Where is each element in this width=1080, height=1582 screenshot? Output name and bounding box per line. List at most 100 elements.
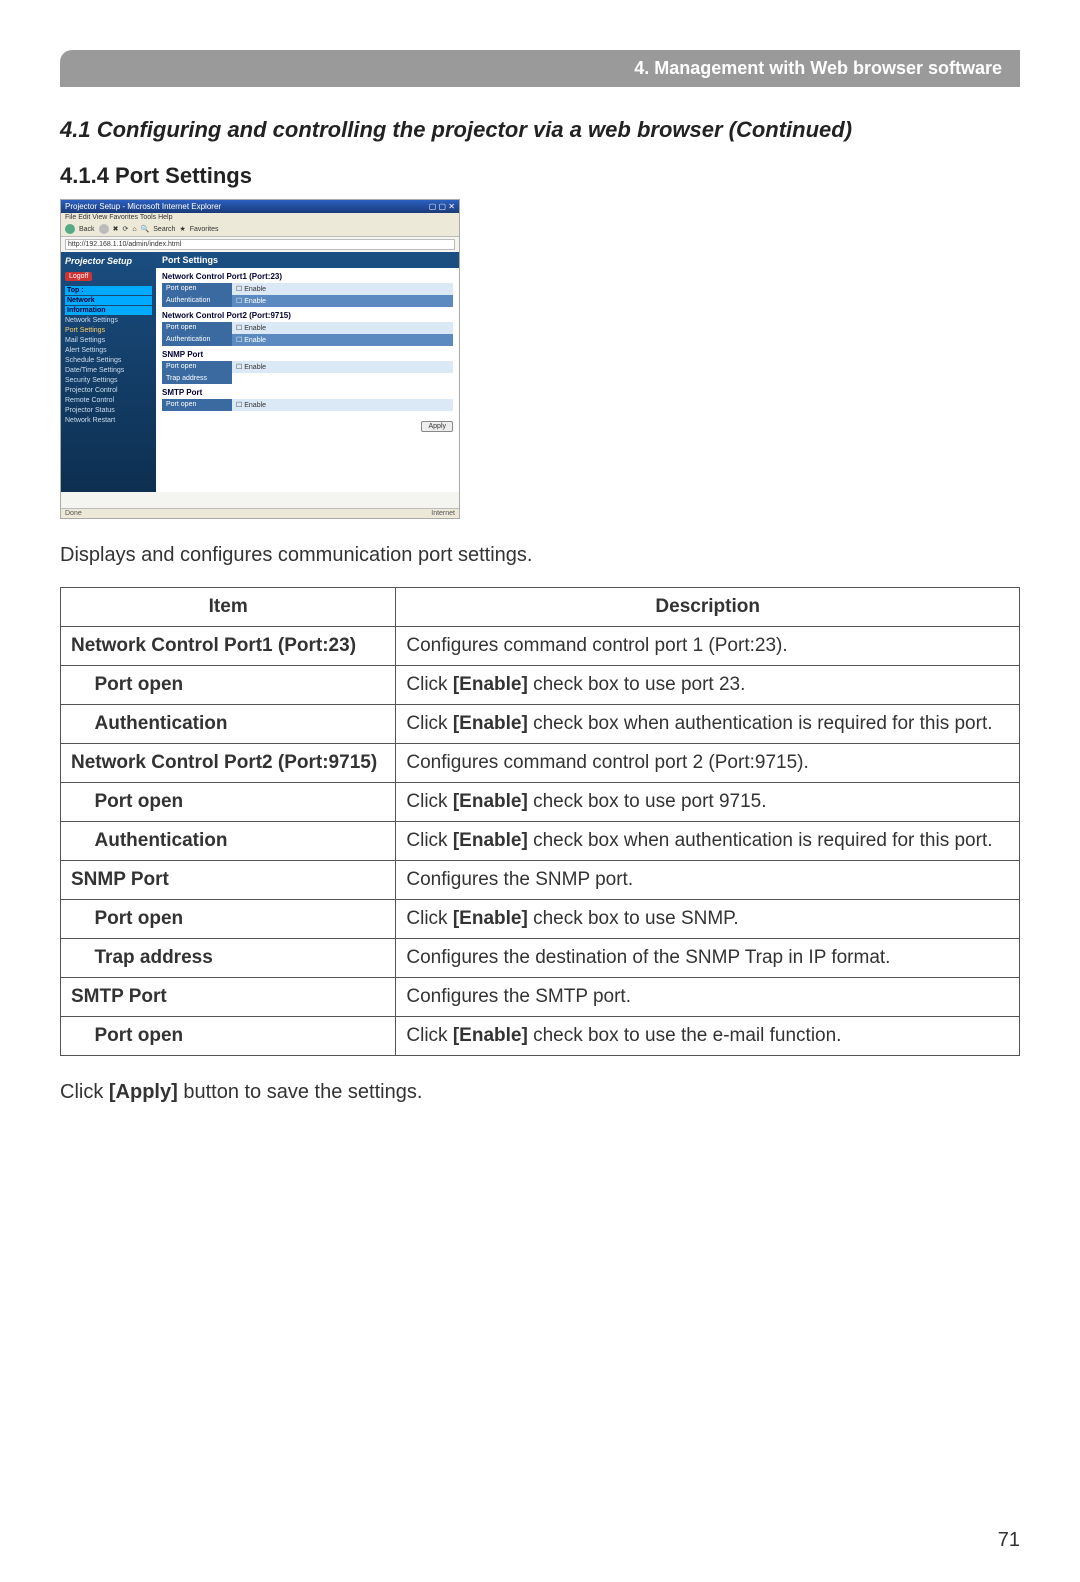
- table-row: Network Control Port2 (Port:9715) Config…: [61, 744, 1020, 783]
- snmp-trap-label: Trap address: [162, 373, 232, 384]
- sidebar-item-port-settings[interactable]: Port Settings: [65, 326, 152, 335]
- favorites-label[interactable]: Favorites: [190, 226, 219, 233]
- sidebar: Projector Setup Logoff Top : Network Inf…: [61, 252, 156, 492]
- embedded-screenshot: Projector Setup - Microsoft Internet Exp…: [60, 199, 460, 519]
- nc2-desc: Configures command control port 2 (Port:…: [396, 744, 1020, 783]
- nc2-au-desc: Click [Enable] check box when authentica…: [396, 822, 1020, 861]
- nc1-po-desc: Click [Enable] check box to use port 23.: [396, 666, 1020, 705]
- refresh-icon[interactable]: ⟳: [122, 225, 128, 233]
- sidebar-item-schedule-settings[interactable]: Schedule Settings: [65, 356, 152, 365]
- smtp-heading: SMTP Port: [162, 388, 453, 397]
- sidebar-item-network-settings[interactable]: Network Settings: [65, 316, 152, 325]
- subsection-title: 4.1.4 Port Settings: [60, 163, 1020, 189]
- forward-icon[interactable]: [99, 224, 109, 234]
- snmp-heading: SNMP Port: [162, 350, 453, 359]
- head-item: Item: [61, 588, 396, 627]
- nc2-po-desc: Click [Enable] check box to use port 971…: [396, 783, 1020, 822]
- table-row: Authentication Click [Enable] check box …: [61, 822, 1020, 861]
- stop-icon[interactable]: ✖: [113, 225, 119, 233]
- page-number: 71: [998, 1529, 1020, 1552]
- window-title: Projector Setup - Microsoft Internet Exp…: [65, 202, 221, 211]
- sidebar-item-network-restart[interactable]: Network Restart: [65, 416, 152, 425]
- nc1-au-item: Authentication: [85, 705, 396, 744]
- sidebar-item-projector-status[interactable]: Projector Status: [65, 406, 152, 415]
- head-desc: Description: [396, 588, 1020, 627]
- snmp-portopen-label: Port open: [162, 361, 232, 373]
- nc2-au-item: Authentication: [85, 822, 396, 861]
- nc1-auth-label: Authentication: [162, 295, 232, 307]
- table-row: Port open Click [Enable] check box to us…: [61, 783, 1020, 822]
- nc1-portopen-value[interactable]: ☐ Enable: [232, 283, 453, 295]
- table-row: Port open Click [Enable] check box to us…: [61, 1017, 1020, 1056]
- sidebar-item-remote-control[interactable]: Remote Control: [65, 396, 152, 405]
- settings-table: Item Description Network Control Port1 (…: [60, 587, 1020, 1056]
- snmp-block: SNMP Port Port open☐ Enable Trap address…: [162, 350, 453, 384]
- sidebar-information[interactable]: Information: [65, 306, 152, 315]
- snmp-trap-value[interactable]: 0.0.0.0: [232, 373, 453, 384]
- snmp-portopen-value[interactable]: ☐ Enable: [232, 361, 453, 373]
- back-label[interactable]: Back: [79, 226, 95, 233]
- search-label[interactable]: Search: [153, 226, 175, 233]
- nc2-block: Network Control Port2 (Port:9715) Port o…: [162, 311, 453, 346]
- table-row: Network Control Port1 (Port:23) Configur…: [61, 627, 1020, 666]
- nc1-auth-value[interactable]: ☐ Enable: [232, 295, 453, 307]
- nc2-portopen-value[interactable]: ☐ Enable: [232, 322, 453, 334]
- section-title: 4.1 Configuring and controlling the proj…: [60, 117, 1020, 143]
- panel-heading: Port Settings: [156, 252, 459, 268]
- menubar[interactable]: File Edit View Favorites Tools Help: [61, 213, 459, 222]
- address-bar[interactable]: http://192.168.1.10/admin/index.html: [65, 239, 455, 250]
- nc1-desc: Configures command control port 1 (Port:…: [396, 627, 1020, 666]
- table-row: SNMP Port Configures the SNMP port.: [61, 861, 1020, 900]
- smtp-portopen-label: Port open: [162, 399, 232, 411]
- sidebar-top: Top :: [65, 286, 152, 295]
- nc2-auth-label: Authentication: [162, 334, 232, 346]
- nc1-portopen-label: Port open: [162, 283, 232, 295]
- table-row: Trap address Configures the destination …: [61, 939, 1020, 978]
- status-bar: Done Internet: [61, 508, 459, 518]
- snmp-item: SNMP Port: [61, 861, 396, 900]
- snmp-tr-desc: Configures the destination of the SNMP T…: [396, 939, 1020, 978]
- smtp-po-item: Port open: [85, 1017, 396, 1056]
- table-header-row: Item Description: [61, 588, 1020, 627]
- sidebar-item-security-settings[interactable]: Security Settings: [65, 376, 152, 385]
- smtp-desc: Configures the SMTP port.: [396, 978, 1020, 1017]
- smtp-block: SMTP Port Port open☐ Enable: [162, 388, 453, 411]
- window-titlebar: Projector Setup - Microsoft Internet Exp…: [61, 200, 459, 213]
- sidebar-logo: Projector Setup: [65, 256, 152, 266]
- nc1-po-item: Port open: [85, 666, 396, 705]
- nc2-po-item: Port open: [85, 783, 396, 822]
- nc2-heading: Network Control Port2 (Port:9715): [162, 311, 453, 320]
- sidebar-item-projector-control[interactable]: Projector Control: [65, 386, 152, 395]
- sidebar-item-alert-settings[interactable]: Alert Settings: [65, 346, 152, 355]
- search-icon[interactable]: 🔍: [141, 225, 150, 233]
- status-done: Done: [65, 510, 82, 517]
- snmp-po-desc: Click [Enable] check box to use SNMP.: [396, 900, 1020, 939]
- toolbar[interactable]: Back ✖ ⟳ ⌂ 🔍 Search ★ Favorites: [61, 222, 459, 237]
- logoff-button[interactable]: Logoff: [65, 272, 92, 281]
- apply-button[interactable]: Apply: [421, 421, 453, 432]
- home-icon[interactable]: ⌂: [132, 226, 136, 233]
- sidebar-item-datetime-settings[interactable]: Date/Time Settings: [65, 366, 152, 375]
- nc2-auth-value[interactable]: ☐ Enable: [232, 334, 453, 346]
- sidebar-network[interactable]: Network: [65, 296, 152, 305]
- nc1-item: Network Control Port1 (Port:23): [61, 627, 396, 666]
- back-icon[interactable]: [65, 224, 75, 234]
- sidebar-item-mail-settings[interactable]: Mail Settings: [65, 336, 152, 345]
- main-panel: Port Settings Network Control Port1 (Por…: [156, 252, 459, 492]
- address-url[interactable]: http://192.168.1.10/admin/index.html: [68, 241, 181, 248]
- snmp-desc: Configures the SNMP port.: [396, 861, 1020, 900]
- caption-text: Displays and configures communication po…: [60, 544, 1020, 567]
- table-row: Port open Click [Enable] check box to us…: [61, 900, 1020, 939]
- status-internet: Internet: [431, 510, 455, 517]
- footer-note: Click [Apply] button to save the setting…: [60, 1081, 1020, 1104]
- smtp-po-desc: Click [Enable] check box to use the e-ma…: [396, 1017, 1020, 1056]
- window-controls[interactable]: ▢ ▢ ✕: [429, 202, 455, 211]
- nc2-portopen-label: Port open: [162, 322, 232, 334]
- table-row: Authentication Click [Enable] check box …: [61, 705, 1020, 744]
- table-row: Port open Click [Enable] check box to us…: [61, 666, 1020, 705]
- favorites-icon[interactable]: ★: [179, 225, 185, 233]
- smtp-item: SMTP Port: [61, 978, 396, 1017]
- nc1-heading: Network Control Port1 (Port:23): [162, 272, 453, 281]
- smtp-portopen-value[interactable]: ☐ Enable: [232, 399, 453, 411]
- nc1-block: Network Control Port1 (Port:23) Port ope…: [162, 272, 453, 307]
